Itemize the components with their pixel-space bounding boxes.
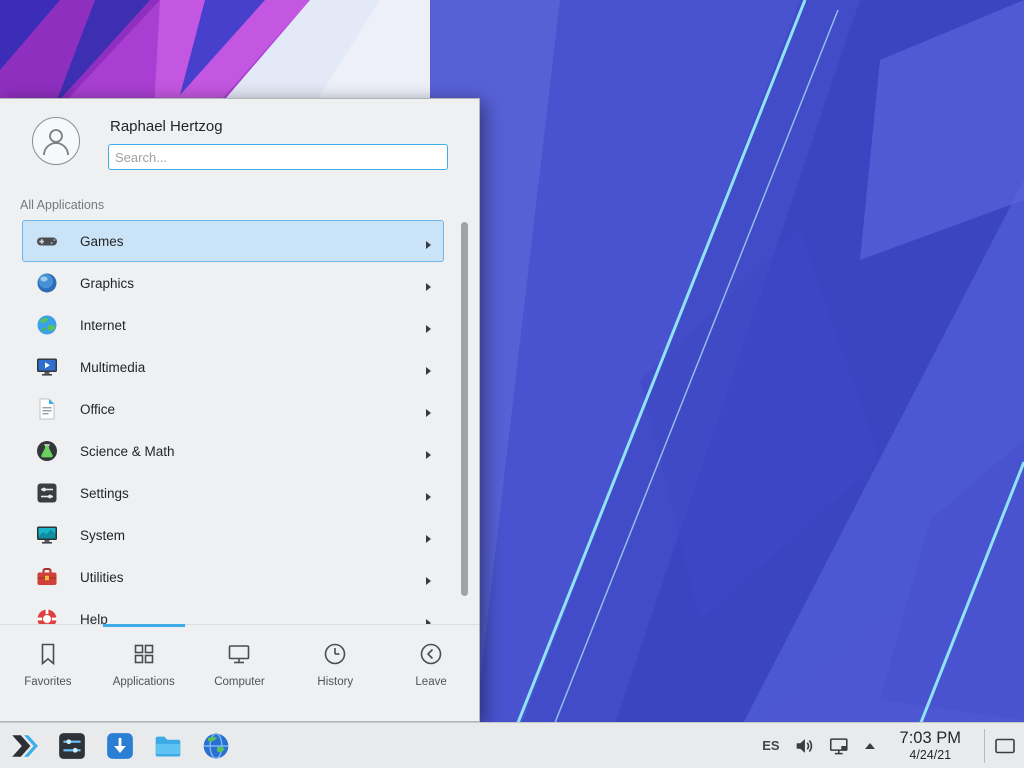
bookmark-icon [34,640,62,668]
flask-icon [35,439,59,463]
category-label: Internet [80,318,126,333]
user-name: Raphael Hertzog [110,118,448,135]
category-games[interactable]: Games [22,220,444,262]
system-monitor-icon [35,523,59,547]
globe-icon [35,313,59,337]
chevron-right-icon [425,363,432,381]
tab-applications[interactable]: Applications [96,625,192,720]
tab-computer[interactable]: Computer [192,625,288,720]
tab-label: Computer [214,676,265,688]
tab-label: History [317,676,353,688]
network-icon[interactable] [828,735,850,757]
application-launcher-icon [9,731,39,761]
mixer-icon [57,731,87,761]
task-discover-button[interactable] [104,730,136,762]
task-file-manager-button[interactable] [152,730,184,762]
document-icon [35,397,59,421]
monitor-play-icon [35,355,59,379]
category-office[interactable]: Office [22,388,444,430]
category-label: System [80,528,125,543]
taskbar-panel: ES 7:03 PM 4/24/21 [0,722,1024,768]
category-label: Graphics [80,276,134,291]
category-label: Games [80,234,124,249]
tab-leave[interactable]: Leave [383,625,479,720]
toolbox-icon [35,565,59,589]
chevron-right-icon [425,321,432,339]
leave-icon [417,640,445,668]
discover-icon [105,731,135,761]
search-input[interactable] [108,144,448,170]
clock-date: 4/24/21 [900,748,961,762]
clock-time: 7:03 PM [900,729,961,748]
chevron-right-icon [425,279,432,297]
lifebuoy-icon [35,607,59,624]
grid-icon [130,640,158,668]
application-category-list: Games Graphics [0,220,479,624]
category-label: Help [80,612,108,625]
category-label: Multimedia [80,360,145,375]
launcher-header: Raphael Hertzog [0,99,479,184]
category-settings[interactable]: Settings [22,472,444,514]
category-label: Office [80,402,115,417]
keyboard-layout-indicator[interactable]: ES [762,738,779,753]
folder-icon [153,731,183,761]
task-web-browser-button[interactable] [200,730,232,762]
category-label: Science & Math [80,444,175,459]
chevron-right-icon [425,405,432,423]
browser-globe-icon [201,731,231,761]
scrollbar-handle[interactable] [461,222,468,596]
clock-icon [321,640,349,668]
category-science-math[interactable]: Science & Math [22,430,444,472]
tab-favorites[interactable]: Favorites [0,625,96,720]
gamepad-icon [35,229,59,253]
tab-history[interactable]: History [287,625,383,720]
chevron-right-icon [425,237,432,255]
computer-icon [225,640,253,668]
user-avatar[interactable] [32,117,80,165]
chevron-right-icon [425,447,432,465]
category-internet[interactable]: Internet [22,304,444,346]
tab-label: Applications [113,676,175,688]
show-desktop-button[interactable] [984,729,1016,763]
category-system[interactable]: System [22,514,444,556]
chevron-right-icon [425,531,432,549]
chevron-right-icon [425,615,432,624]
launcher-tab-bar: Favorites Applications Co [0,624,479,720]
person-icon [39,124,73,158]
category-graphics[interactable]: Graphics [22,262,444,304]
sliders-icon [35,481,59,505]
category-label: Utilities [80,570,124,585]
tab-label: Leave [415,676,446,688]
category-label: Settings [80,486,129,501]
application-launcher-menu: Raphael Hertzog All Applications Games [0,98,480,722]
list-scrollbar[interactable] [461,220,468,624]
category-multimedia[interactable]: Multimedia [22,346,444,388]
category-help[interactable]: Help [22,598,444,624]
show-desktop-icon [994,737,1016,755]
expand-tray-icon[interactable] [863,739,877,753]
chevron-right-icon [425,573,432,591]
task-mixer-button[interactable] [56,730,88,762]
category-utilities[interactable]: Utilities [22,556,444,598]
system-tray: ES 7:03 PM 4/24/21 [762,729,1016,763]
application-launcher-button[interactable] [8,730,40,762]
chevron-right-icon [425,489,432,507]
volume-icon[interactable] [793,735,815,757]
sphere-icon [35,271,59,295]
section-label: All Applications [20,198,479,213]
tab-label: Favorites [24,676,71,688]
clock-widget[interactable]: 7:03 PM 4/24/21 [900,729,961,762]
